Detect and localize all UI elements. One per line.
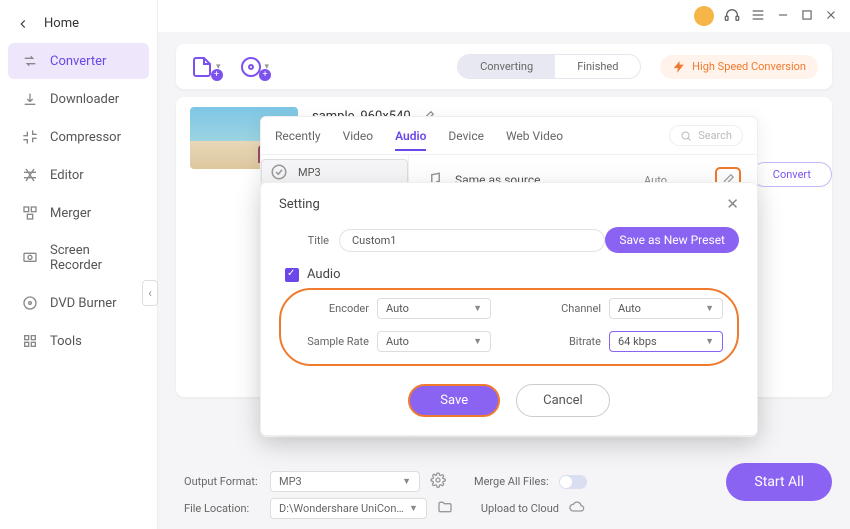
home-link[interactable]: Home	[0, 6, 157, 41]
output-format-label: Output Format:	[184, 475, 260, 488]
sidebar-item-label: DVD Burner	[50, 296, 117, 311]
merge-label: Merge All Files:	[474, 475, 549, 488]
sidebar-item-editor[interactable]: Editor	[8, 157, 149, 193]
bitrate-select[interactable]: 64 kbps▼	[609, 331, 723, 352]
save-as-preset-button[interactable]: Save as New Preset	[605, 227, 739, 253]
dvd-icon	[22, 295, 38, 311]
sample-rate-label: Sample Rate	[295, 335, 369, 348]
avatar[interactable]	[694, 6, 714, 26]
maximize-icon[interactable]	[800, 8, 814, 25]
download-icon	[22, 91, 38, 107]
upload-cloud-label: Upload to Cloud	[481, 502, 559, 515]
checkbox-icon	[285, 268, 299, 282]
setting-modal: Setting ✕ Title Save as New Preset Audio…	[260, 182, 758, 436]
merger-icon	[22, 205, 38, 221]
convert-button[interactable]: Convert	[752, 162, 832, 187]
tab-audio[interactable]: Audio	[395, 129, 426, 151]
folder-icon[interactable]	[437, 499, 453, 518]
sidebar-item-compressor[interactable]: Compressor	[8, 119, 149, 155]
record-icon	[22, 250, 38, 266]
file-location-select[interactable]: D:\Wondershare UniConverter 1▼	[270, 498, 427, 519]
settings-icon[interactable]	[430, 472, 446, 491]
modal-close[interactable]: ✕	[726, 195, 739, 213]
disc-check-icon	[270, 163, 288, 181]
tab-web-video[interactable]: Web Video	[506, 129, 563, 143]
sidebar-item-converter[interactable]: Converter	[8, 43, 149, 79]
sidebar-item-label: Converter	[50, 54, 106, 69]
bitrate-label: Bitrate	[527, 335, 601, 348]
title-label: Title	[279, 234, 329, 247]
editor-icon	[22, 167, 38, 183]
format-search[interactable]: Search	[669, 125, 743, 146]
tab-recently[interactable]: Recently	[275, 129, 321, 143]
audio-checkbox-row[interactable]: Audio	[285, 267, 739, 282]
channel-label: Channel	[527, 302, 601, 315]
sidebar-item-label: Screen Recorder	[50, 243, 135, 273]
compress-icon	[22, 129, 38, 145]
sample-rate-select[interactable]: Auto▼	[377, 331, 491, 352]
cancel-button[interactable]: Cancel	[516, 384, 610, 417]
menu-icon[interactable]	[750, 7, 766, 26]
high-speed-badge[interactable]: High Speed Conversion	[660, 55, 818, 79]
title-input[interactable]	[339, 229, 605, 252]
encoder-label: Encoder	[295, 302, 369, 315]
sidebar-collapse[interactable]: ‹	[142, 280, 158, 306]
sidebar-item-label: Editor	[50, 168, 84, 183]
sidebar: Home Converter Downloader Compressor Edi…	[0, 0, 158, 529]
tools-icon	[22, 333, 38, 349]
modal-title: Setting	[279, 197, 320, 212]
output-format-select[interactable]: MP3▼	[270, 471, 420, 492]
tab-converting[interactable]: Converting	[458, 55, 555, 78]
search-icon	[680, 130, 692, 142]
converter-icon	[22, 53, 38, 69]
tab-finished[interactable]: Finished	[555, 55, 640, 78]
sidebar-item-label: Tools	[50, 334, 82, 349]
sidebar-item-label: Merger	[50, 206, 91, 221]
sidebar-item-dvd-burner[interactable]: DVD Burner	[8, 285, 149, 321]
sidebar-item-label: Downloader	[50, 92, 119, 107]
home-label: Home	[44, 16, 79, 31]
tab-device[interactable]: Device	[448, 129, 484, 143]
sidebar-item-tools[interactable]: Tools	[8, 323, 149, 359]
status-segment: Converting Finished	[457, 54, 641, 79]
file-location-label: File Location:	[184, 502, 260, 515]
start-all-button[interactable]: Start All	[726, 463, 832, 501]
minimize-icon[interactable]	[776, 8, 790, 25]
channel-select[interactable]: Auto▼	[609, 298, 723, 319]
sidebar-item-merger[interactable]: Merger	[8, 195, 149, 231]
toolbar-card: +▾ +▾ Converting Finished High Speed Con…	[176, 44, 832, 89]
close-icon[interactable]	[824, 8, 838, 25]
add-file-button[interactable]: +▾	[190, 55, 221, 79]
sidebar-item-screen-recorder[interactable]: Screen Recorder	[8, 233, 149, 283]
cloud-icon[interactable]	[569, 499, 585, 518]
audio-settings-group: Encoder Auto▼ Channel Auto▼ Sample Rate Aut…	[279, 288, 739, 366]
encoder-select[interactable]: Auto▼	[377, 298, 491, 319]
sidebar-item-downloader[interactable]: Downloader	[8, 81, 149, 117]
save-button[interactable]: Save	[408, 384, 500, 417]
sidebar-item-label: Compressor	[50, 130, 121, 145]
tab-video[interactable]: Video	[343, 129, 374, 143]
merge-toggle[interactable]	[559, 475, 587, 489]
headset-icon[interactable]	[724, 7, 740, 26]
add-disc-button[interactable]: +▾	[239, 55, 270, 79]
